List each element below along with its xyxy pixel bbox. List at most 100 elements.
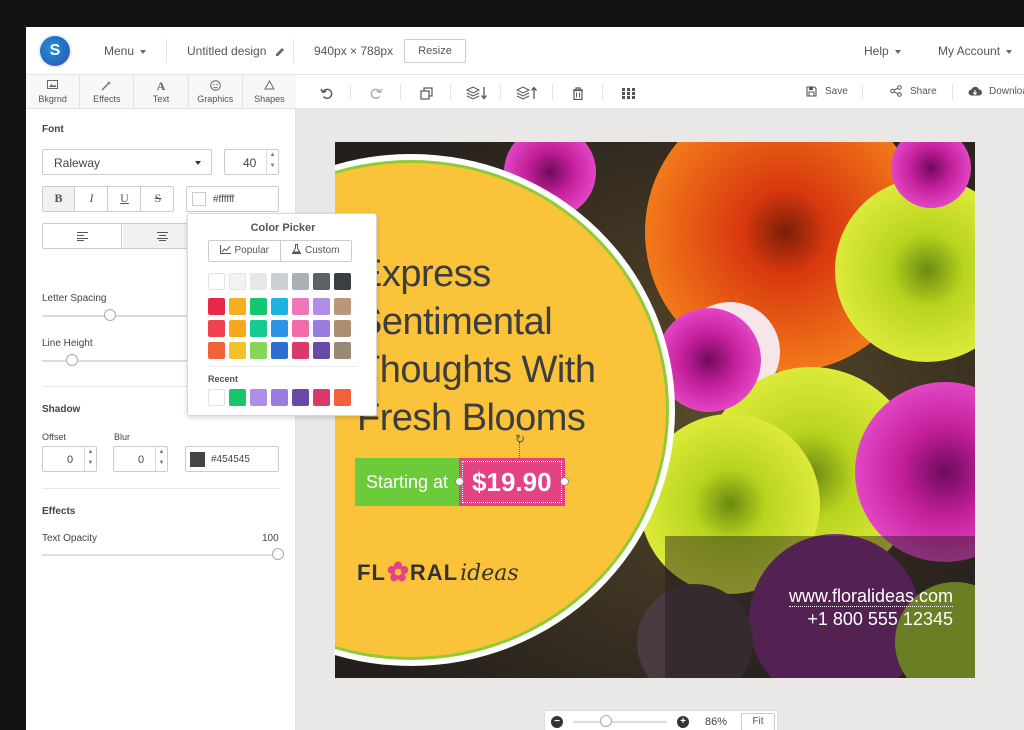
color-swatch xyxy=(192,192,206,206)
divider xyxy=(952,84,953,100)
redo-icon[interactable] xyxy=(370,75,383,109)
resize-button[interactable]: Resize xyxy=(404,39,466,63)
zoom-out-icon[interactable]: − xyxy=(551,716,563,728)
fit-button[interactable]: Fit xyxy=(741,713,775,730)
tab-shapes[interactable]: Shapes xyxy=(243,75,296,108)
account-menu[interactable]: My Account xyxy=(938,27,1013,75)
letter-spacing-handle[interactable] xyxy=(103,309,116,321)
tab-graphics[interactable]: Graphics xyxy=(189,75,243,108)
align-left-button[interactable] xyxy=(43,224,122,248)
resize-handle-left[interactable] xyxy=(455,477,465,486)
download-label: Download xyxy=(989,86,1024,97)
tab-text[interactable]: A Text xyxy=(134,75,189,108)
grid-icon[interactable] xyxy=(622,75,635,109)
zoom-slider[interactable] xyxy=(573,721,667,723)
color-swatch[interactable] xyxy=(313,273,330,290)
rotate-icon[interactable]: ↻ xyxy=(514,433,526,445)
color-swatch[interactable] xyxy=(250,273,267,290)
opacity-handle[interactable] xyxy=(272,548,284,560)
color-swatch[interactable] xyxy=(229,342,246,359)
underline-button[interactable]: U xyxy=(109,187,141,211)
color-swatch[interactable] xyxy=(292,342,309,359)
color-swatch[interactable] xyxy=(250,389,267,406)
color-swatch[interactable] xyxy=(313,342,330,359)
download-button[interactable]: Download xyxy=(968,75,1024,109)
color-swatch[interactable] xyxy=(271,342,288,359)
headline-text[interactable]: Express Sentimental Thoughts With Fresh … xyxy=(357,250,657,442)
font-family-select[interactable]: Raleway xyxy=(42,149,212,175)
menu-button[interactable]: Menu xyxy=(104,27,147,75)
color-swatch[interactable] xyxy=(208,273,225,290)
color-swatch[interactable] xyxy=(334,320,351,337)
color-swatch[interactable] xyxy=(250,298,267,315)
color-swatch[interactable] xyxy=(334,342,351,359)
contact-text[interactable]: www.floralideas.com +1 800 555 12345 xyxy=(788,586,953,630)
color-swatch[interactable] xyxy=(229,389,246,406)
bring-forward-icon[interactable] xyxy=(515,75,538,109)
tab-background[interactable]: Bkgrnd xyxy=(26,75,81,108)
color-swatch[interactable] xyxy=(250,320,267,337)
shadow-color-input[interactable]: #454545 xyxy=(185,446,279,472)
send-backward-icon[interactable] xyxy=(465,75,488,109)
design-canvas[interactable]: Express Sentimental Thoughts With Fresh … xyxy=(335,142,975,678)
color-swatch[interactable] xyxy=(271,320,288,337)
brand-logo[interactable]: FL RALideas xyxy=(357,560,519,586)
floppy-icon xyxy=(806,86,817,97)
shadow-offset-stepper[interactable]: ▲ ▼ xyxy=(84,447,96,471)
font-size-stepper[interactable]: ▲ ▼ xyxy=(266,150,278,174)
color-swatch[interactable] xyxy=(250,342,267,359)
chart-line-icon xyxy=(219,245,231,254)
share-button[interactable]: Share xyxy=(890,75,937,109)
color-swatch[interactable] xyxy=(334,273,351,290)
strikethrough-button[interactable]: S xyxy=(142,187,173,211)
color-swatch[interactable] xyxy=(271,389,288,406)
duplicate-icon[interactable] xyxy=(420,75,433,109)
letter-spacing-slider[interactable] xyxy=(42,315,192,317)
color-swatch[interactable] xyxy=(208,298,225,315)
color-swatch[interactable] xyxy=(271,273,288,290)
text-color-input[interactable]: #ffffff xyxy=(186,186,279,212)
italic-button[interactable]: I xyxy=(76,187,108,211)
bold-button[interactable]: B xyxy=(43,187,75,211)
color-swatch[interactable] xyxy=(208,320,225,337)
help-menu[interactable]: Help xyxy=(864,27,901,75)
color-swatch[interactable] xyxy=(292,298,309,315)
color-swatch[interactable] xyxy=(292,320,309,337)
zoom-handle[interactable] xyxy=(599,715,612,727)
price-text-selected[interactable]: $19.90 xyxy=(455,458,569,506)
shadow-blur-input[interactable]: 0 ▲ ▼ xyxy=(113,446,168,472)
design-title[interactable]: Untitled design xyxy=(187,27,285,75)
color-swatch[interactable] xyxy=(271,298,288,315)
rotate-guide xyxy=(519,442,520,458)
undo-icon[interactable] xyxy=(320,75,333,109)
tab-effects[interactable]: Effects xyxy=(80,75,135,108)
tab-popular[interactable]: Popular xyxy=(209,241,281,261)
line-height-handle[interactable] xyxy=(66,354,78,366)
save-button[interactable]: Save xyxy=(806,75,848,109)
starting-at-text[interactable]: Starting at xyxy=(355,458,460,506)
color-swatch[interactable] xyxy=(313,298,330,315)
color-swatch[interactable] xyxy=(313,320,330,337)
color-swatch[interactable] xyxy=(208,342,225,359)
color-swatch[interactable] xyxy=(229,298,246,315)
divider xyxy=(350,84,351,100)
color-swatch[interactable] xyxy=(334,389,351,406)
color-swatch[interactable] xyxy=(292,273,309,290)
shadow-blur-stepper[interactable]: ▲ ▼ xyxy=(155,447,167,471)
shadow-offset-input[interactable]: 0 ▲ ▼ xyxy=(42,446,97,472)
opacity-slider[interactable] xyxy=(42,554,278,556)
resize-handle-right[interactable] xyxy=(559,477,569,486)
font-size-input[interactable]: 40 ▲ ▼ xyxy=(224,149,279,175)
line-height-slider[interactable] xyxy=(42,360,192,362)
color-swatch[interactable] xyxy=(292,389,309,406)
color-swatch[interactable] xyxy=(208,389,225,406)
app-logo[interactable]: S xyxy=(40,36,70,66)
trash-icon[interactable] xyxy=(572,75,584,109)
zoom-in-icon[interactable]: + xyxy=(677,716,689,728)
color-swatch[interactable] xyxy=(229,273,246,290)
text-style-group: B I U S xyxy=(42,186,174,212)
tab-custom[interactable]: Custom xyxy=(281,241,352,261)
color-swatch[interactable] xyxy=(334,298,351,315)
color-swatch[interactable] xyxy=(229,320,246,337)
color-swatch[interactable] xyxy=(313,389,330,406)
